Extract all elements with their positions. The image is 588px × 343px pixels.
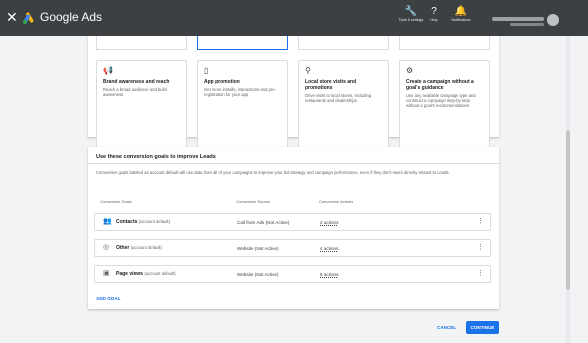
goal-name: Page views [116, 271, 143, 277]
campaign-tile-description: Drive visits to local stores, including … [305, 93, 372, 103]
notifications-label: Notifications [451, 18, 471, 22]
goal-source: Website (Not Active) [237, 272, 279, 277]
campaign-tile-description: Reach a broad audience and build awarene… [103, 87, 167, 97]
column-header-source: Conversion Source [236, 199, 271, 204]
help-button[interactable]: ? Help [419, 6, 449, 22]
campaign-tile-above-3[interactable] [298, 36, 389, 50]
google-ads-logo [23, 12, 34, 24]
goal-actions-link[interactable]: 4 actions [320, 246, 338, 251]
campaign-tile-above-1[interactable] [96, 36, 187, 50]
campaign-tile-local-store[interactable]: ⚲ Local store visits and promotions Driv… [298, 60, 389, 160]
goal-name-wrap: Page views (account default) [116, 271, 176, 277]
goal-default-label: (account default) [144, 271, 176, 276]
add-goal-button[interactable]: ADD GOAL [96, 296, 121, 301]
conversion-goals-title: Use these conversion goals to improve Le… [96, 154, 216, 160]
goal-actions-link[interactable]: 5 actions [320, 272, 338, 277]
goal-row-contacts[interactable]: 👥 Contacts (account default) Call from A… [94, 213, 491, 231]
more-vert-icon[interactable]: ⋮ [477, 269, 484, 279]
column-header-actions: Conversion Actions [319, 199, 354, 204]
goal-name: Contacts [116, 219, 138, 225]
goal-row-other[interactable]: ◎ Other (account default) Website (Not A… [94, 239, 491, 257]
goal-actions-link[interactable]: 2 actions [320, 220, 338, 225]
more-vert-icon[interactable]: ⋮ [477, 243, 484, 253]
gear-icon: ⚙ [406, 66, 414, 75]
divider [88, 163, 499, 164]
campaign-tile-title: Create a campaign without a goal's guida… [406, 79, 474, 91]
conversion-goals-card: Use these conversion goals to improve Le… [88, 147, 499, 309]
goal-default-label: (account default) [130, 245, 162, 250]
notifications-button[interactable]: 🔔 Notifications [446, 6, 476, 22]
app-title: Google Ads [40, 10, 103, 24]
more-vert-icon[interactable]: ⋮ [477, 217, 484, 227]
campaign-type-card: 📢 Brand awareness and reach Reach a broa… [88, 36, 499, 160]
account-name-redacted [492, 17, 544, 21]
campaign-tile-brand-awareness[interactable]: 📢 Brand awareness and reach Reach a broa… [96, 60, 187, 160]
continue-button[interactable]: CONTINUE [466, 321, 499, 334]
campaign-tile-above-selected[interactable] [197, 36, 288, 50]
goal-default-label: (account default) [138, 219, 170, 224]
campaign-tile-description: Use any available campaign type and cons… [406, 93, 476, 108]
help-label: Help [430, 18, 438, 22]
goal-name-wrap: Other (account default) [116, 245, 162, 251]
campaign-tile-no-goal[interactable]: ⚙ Create a campaign without a goal's gui… [399, 60, 490, 160]
campaign-tile-title: App promotion [204, 79, 240, 85]
account-id-redacted [510, 23, 544, 26]
help-icon: ? [431, 6, 437, 17]
close-icon[interactable]: ✕ [6, 9, 18, 25]
phone-icon: ▯ [204, 66, 209, 75]
goal-source: Website (Not Active) [237, 246, 279, 251]
campaign-tile-description: Get more installs, interactions and pre-… [204, 87, 276, 97]
location-pin-icon: ⚲ [305, 66, 311, 75]
column-header-goals: Conversion Goals [100, 199, 132, 204]
avatar[interactable] [547, 14, 559, 26]
contacts-icon: 👥 [103, 218, 112, 225]
page-views-icon: ▣ [103, 270, 110, 277]
campaign-tile-title: Local store visits and promotions [305, 79, 357, 91]
campaign-tile-title: Brand awareness and reach [103, 79, 170, 85]
goal-source: Call from Ads (Not Active) [237, 220, 290, 225]
campaign-tile-above-4[interactable] [399, 36, 490, 50]
top-app-bar: ✕ Google Ads 🔧 Tools & settings ? Help 🔔… [0, 0, 588, 36]
conversion-goals-description: Conversion goals labeled as account defa… [96, 170, 450, 175]
goal-name-wrap: Contacts (account default) [116, 219, 170, 225]
scrollbar-thumb[interactable] [566, 130, 570, 290]
bell-icon: 🔔 [454, 6, 468, 17]
cancel-button[interactable]: CANCEL [437, 325, 456, 330]
goal-row-page-views[interactable]: ▣ Page views (account default) Website (… [94, 265, 491, 283]
campaign-tile-app-promotion[interactable]: ▯ App promotion Get more installs, inter… [197, 60, 288, 160]
other-goal-icon: ◎ [103, 244, 110, 251]
goal-name: Other [116, 245, 130, 251]
megaphone-icon: 📢 [103, 66, 113, 75]
